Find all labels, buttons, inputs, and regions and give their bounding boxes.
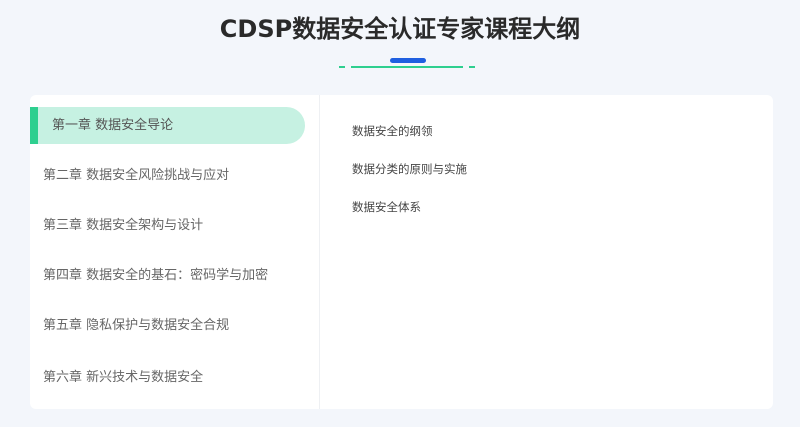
chapter-item-label: 第三章 数据安全架构与设计 bbox=[43, 218, 204, 233]
page-title: CDSP数据安全认证专家课程大纲 bbox=[219, 15, 581, 43]
topic-item-3[interactable]: 数据安全体系 bbox=[352, 199, 421, 215]
chapter-item-5[interactable]: 第五章 隐私保护与数据安全合规 bbox=[30, 307, 305, 344]
topic-item-2[interactable]: 数据分类的原则与实施 bbox=[352, 161, 467, 177]
title-decoration bbox=[0, 58, 800, 72]
chapter-item-3[interactable]: 第三章 数据安全架构与设计 bbox=[30, 207, 305, 244]
title-decor-dot-left bbox=[339, 66, 345, 68]
chapter-item-1[interactable]: 第一章 数据安全导论 bbox=[30, 107, 305, 144]
chapter-item-label: 第二章 数据安全风险挑战与应对 bbox=[43, 168, 230, 183]
title-decor-dot-right bbox=[469, 66, 475, 68]
chapter-item-4[interactable]: 第四章 数据安全的基石：密码学与加密 bbox=[30, 257, 305, 294]
chapter-item-label: 第六章 新兴技术与数据安全 bbox=[43, 370, 204, 385]
topic-item-1[interactable]: 数据安全的纲领 bbox=[352, 123, 433, 139]
chapter-item-6[interactable]: 第六章 新兴技术与数据安全 bbox=[30, 359, 305, 396]
active-marker bbox=[30, 107, 38, 144]
chapter-item-label: 第一章 数据安全导论 bbox=[52, 118, 174, 133]
chapter-item-label: 第四章 数据安全的基石：密码学与加密 bbox=[43, 268, 269, 283]
title-decor-line bbox=[351, 66, 463, 68]
chapter-list: 第一章 数据安全导论 第二章 数据安全风险挑战与应对 第三章 数据安全架构与设计… bbox=[30, 95, 320, 409]
title-decor-bar bbox=[390, 58, 426, 63]
syllabus-card: 第一章 数据安全导论 第二章 数据安全风险挑战与应对 第三章 数据安全架构与设计… bbox=[30, 95, 773, 409]
chapter-item-2[interactable]: 第二章 数据安全风险挑战与应对 bbox=[30, 157, 305, 194]
chapter-item-label: 第五章 隐私保护与数据安全合规 bbox=[43, 318, 230, 333]
